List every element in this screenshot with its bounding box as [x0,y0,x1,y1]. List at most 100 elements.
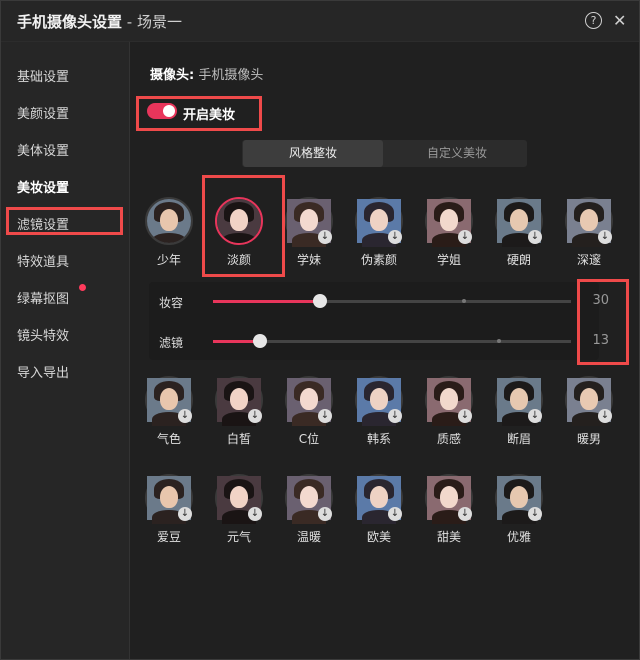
download-icon[interactable]: ↓ [178,507,192,521]
style-thumbnail[interactable]: ↓ [355,474,403,524]
thumbnail-face [510,388,528,410]
style-preset-r2-6[interactable]: ↓ 暖男 [554,376,624,447]
download-icon[interactable]: ↓ [388,507,402,521]
window-title: 手机摄像头设置 - 场景一 [17,11,182,32]
sidebar-item-import-export[interactable]: 导入导出 [17,362,69,381]
style-preset-r1-0[interactable]: 少年 [134,197,204,268]
style-thumbnail[interactable]: ↓ [355,197,403,247]
download-icon[interactable]: ↓ [528,507,542,521]
style-preset-r2-5[interactable]: ↓ 断眉 [484,376,554,447]
style-preset-label: 硬朗 [506,253,531,267]
sidebar-item-basic[interactable]: 基础设置 [17,66,69,85]
download-icon[interactable]: ↓ [178,409,192,423]
style-preset-r3-2[interactable]: ↓ 温暖 [274,474,344,545]
style-thumbnail[interactable]: ↓ [425,197,473,247]
style-thumbnail[interactable]: ↓ [145,376,193,426]
style-preset-r3-5[interactable]: ↓ 优雅 [484,474,554,545]
style-preset-r1-5[interactable]: ↓ 硬朗 [484,197,554,268]
style-preset-label: 深邃 [576,253,601,267]
camera-value: 手机摄像头 [198,68,264,83]
makeup-slider-track[interactable] [213,294,571,308]
style-preset-label: 学姐 [436,253,461,267]
thumbnail-face [510,486,528,508]
style-thumbnail[interactable]: ↓ [215,474,263,524]
style-preset-r3-3[interactable]: ↓ 欧美 [344,474,414,545]
window-subtitle: - 场景一 [122,13,182,31]
makeup-toggle-label: 开启美妆 [183,108,236,123]
style-thumbnail[interactable]: ↓ [565,376,613,426]
download-icon[interactable]: ↓ [318,230,332,244]
style-thumbnail[interactable]: ↓ [495,197,543,247]
style-preset-label: 元气 [226,530,251,544]
thumbnail-face [160,209,178,231]
settings-window: 手机摄像头设置 - 场景一 ? ✕ 基础设置 美颜设置 美体设置 美妆设置 滤镜… [0,0,640,660]
style-thumbnail[interactable]: ↓ [215,376,263,426]
sidebar-item-beauty[interactable]: 美颜设置 [17,103,69,122]
download-icon[interactable]: ↓ [458,507,472,521]
download-icon[interactable]: ↓ [598,409,612,423]
makeup-slider-knob[interactable] [313,294,328,308]
style-thumbnail[interactable]: ↓ [145,474,193,524]
style-thumbnail[interactable]: ↓ [285,197,333,247]
style-preset-r2-0[interactable]: ↓ 气色 [134,376,204,447]
style-preset-r2-4[interactable]: ↓ 质感 [414,376,484,447]
style-preset-label: 断眉 [506,432,531,446]
download-icon[interactable]: ↓ [318,507,332,521]
style-preset-r1-6[interactable]: ↓ 深邃 [554,197,624,268]
new-badge-dot [79,284,86,291]
style-preset-r1-3[interactable]: ↓ 伪素颜 [344,197,414,268]
style-preset-r3-4[interactable]: ↓ 甜美 [414,474,484,545]
style-thumbnail[interactable] [145,197,193,245]
sidebar-item-makeup[interactable]: 美妆设置 [17,177,69,196]
filter-slider-track[interactable] [213,334,571,348]
tab-style-makeup[interactable]: 风格整妆 [243,140,383,167]
thumbnail-face [370,209,388,231]
sidebar-item-effects[interactable]: 特效道具 [17,251,69,270]
style-thumbnail[interactable]: ↓ [355,376,403,426]
download-icon[interactable]: ↓ [458,230,472,244]
close-icon[interactable]: ✕ [613,11,633,31]
main-panel: 摄像头: 手机摄像头 开启美妆 风格整妆 自定义美妆 少年 淡颜 ↓ 学妹 ↓ 伪素颜 ↓ 学… [130,42,639,659]
download-icon[interactable]: ↓ [318,409,332,423]
download-icon[interactable]: ↓ [458,409,472,423]
selected-style-highlight [202,175,285,277]
style-thumbnail[interactable]: ↓ [425,474,473,524]
thumbnail-face [440,209,458,231]
download-icon[interactable]: ↓ [388,409,402,423]
sidebar-item-filter[interactable]: 滤镜设置 [17,214,69,233]
camera-info: 摄像头: 手机摄像头 [150,64,263,83]
sidebar: 基础设置 美颜设置 美体设置 美妆设置 滤镜设置 特效道具 绿幕抠图 镜头特效 … [1,42,130,659]
makeup-toggle[interactable] [147,103,177,119]
tab-custom-makeup[interactable]: 自定义美妆 [387,140,527,167]
style-preset-r2-2[interactable]: ↓ C位 [274,376,344,447]
sidebar-item-greenscreen[interactable]: 绿幕抠图 [17,288,69,307]
makeup-slider-label: 妆容 [159,296,184,310]
thumbnail-face [230,486,248,508]
style-preset-r3-1[interactable]: ↓ 元气 [204,474,274,545]
style-preset-r2-1[interactable]: ↓ 白皙 [204,376,274,447]
download-icon[interactable]: ↓ [528,230,542,244]
download-icon[interactable]: ↓ [248,507,262,521]
style-preset-label: 优雅 [506,530,531,544]
sidebar-item-body[interactable]: 美体设置 [17,140,69,159]
thumbnail-face [580,388,598,410]
filter-slider-knob[interactable] [252,334,267,348]
style-thumbnail[interactable]: ↓ [495,376,543,426]
style-preset-r2-3[interactable]: ↓ 韩系 [344,376,414,447]
style-preset-label: 少年 [156,253,181,267]
style-preset-label: 甜美 [436,530,461,544]
style-preset-r1-4[interactable]: ↓ 学姐 [414,197,484,268]
help-icon[interactable]: ? [585,12,602,29]
style-preset-r3-0[interactable]: ↓ 爱豆 [134,474,204,545]
style-thumbnail[interactable]: ↓ [565,197,613,247]
style-thumbnail[interactable]: ↓ [495,474,543,524]
download-icon[interactable]: ↓ [528,409,542,423]
style-preset-label: 暖男 [576,432,601,446]
style-thumbnail[interactable]: ↓ [285,376,333,426]
style-thumbnail[interactable]: ↓ [285,474,333,524]
download-icon[interactable]: ↓ [388,230,402,244]
download-icon[interactable]: ↓ [248,409,262,423]
style-thumbnail[interactable]: ↓ [425,376,473,426]
sidebar-item-lens[interactable]: 镜头特效 [17,325,69,344]
download-icon[interactable]: ↓ [598,230,612,244]
